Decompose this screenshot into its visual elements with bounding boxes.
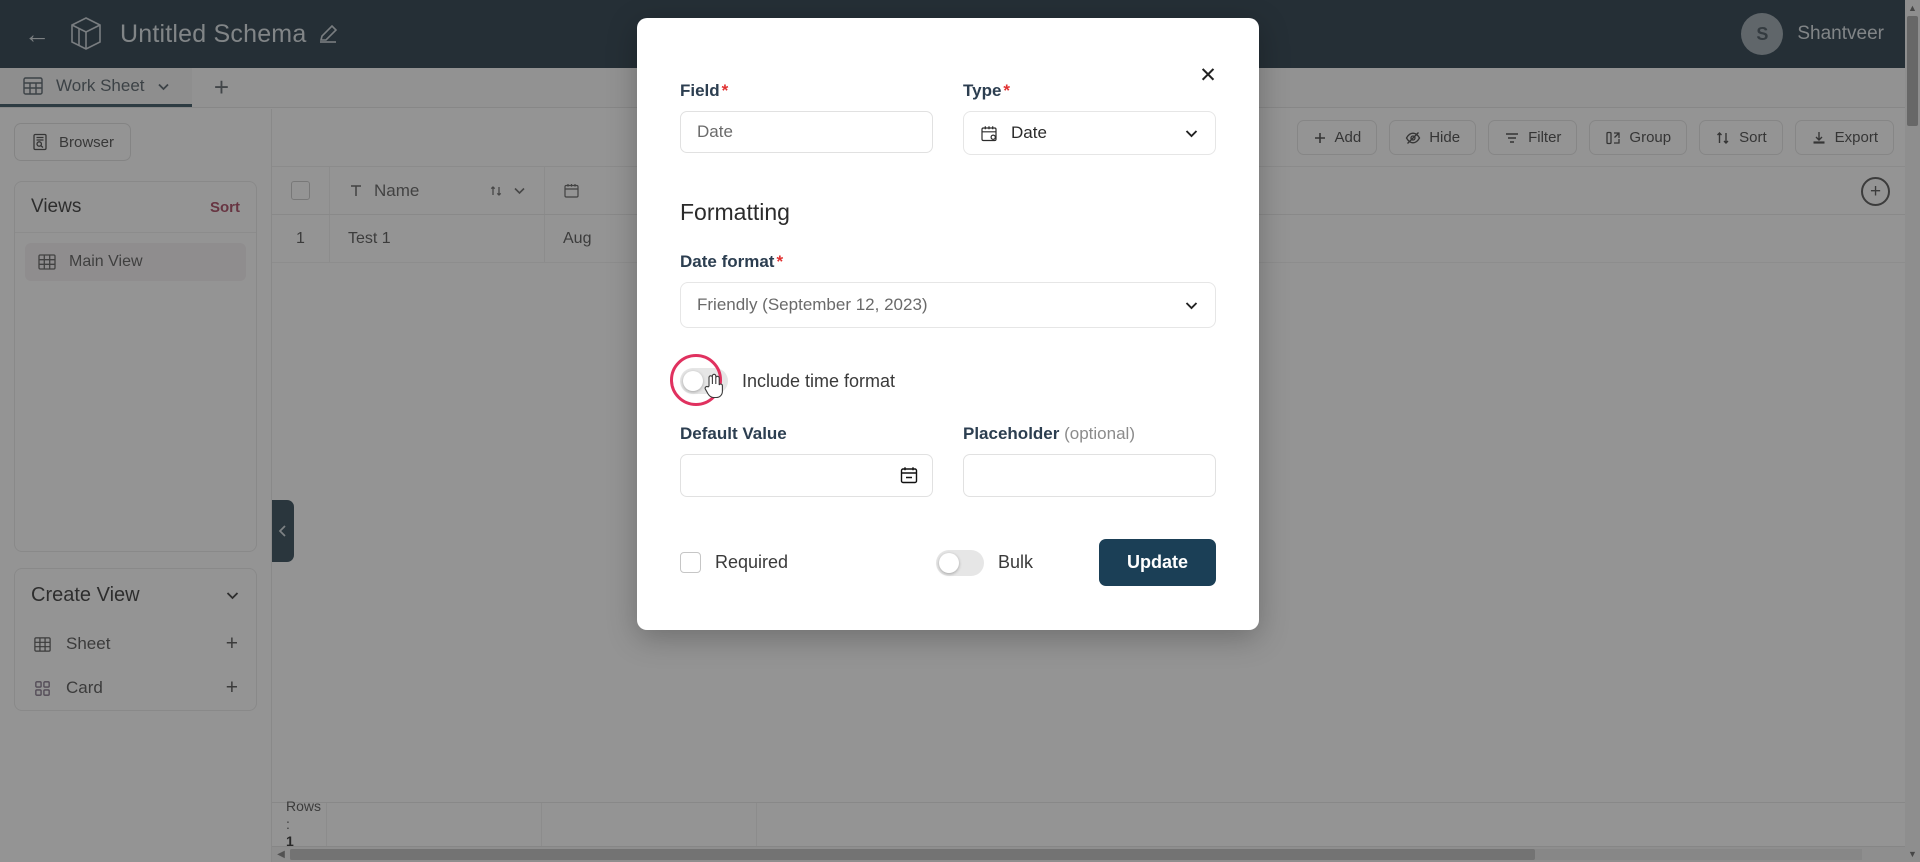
default-value-input[interactable] [680, 454, 933, 497]
placeholder-label: Placeholder (optional) [963, 424, 1216, 444]
bulk-group[interactable]: Bulk [902, 549, 1099, 576]
placeholder-label-text: Placeholder [963, 424, 1060, 443]
default-value-label: Default Value [680, 424, 787, 443]
app-root: ← Untitled Schema S Shantveer [0, 0, 1920, 862]
date-format-select[interactable]: Friendly (September 12, 2023) [680, 282, 1216, 328]
required-asterisk: * [776, 252, 784, 271]
default-value-group: Default Value [680, 424, 933, 497]
required-asterisk: * [721, 81, 729, 100]
bulk-label: Bulk [998, 552, 1034, 572]
chevron-down-icon[interactable] [1184, 126, 1199, 141]
default-placeholder-row: Default Value Placeholder (optional) [680, 424, 1216, 497]
required-group[interactable]: Required [680, 552, 902, 573]
close-icon[interactable]: ✕ [1195, 62, 1221, 88]
toggle-knob [683, 371, 703, 391]
bulk-toggle[interactable] [936, 549, 984, 576]
update-button[interactable]: Update [1098, 539, 1216, 586]
include-time-row: Include time format [670, 354, 1216, 406]
toggle-knob [939, 552, 959, 573]
type-select[interactable]: Date [963, 111, 1216, 155]
placeholder-input[interactable] [963, 454, 1216, 497]
field-group: Field * [680, 81, 933, 155]
formatting-section-title: Formatting [680, 199, 790, 225]
date-format-value: Friendly (September 12, 2023) [697, 295, 928, 314]
field-settings-modal: ✕ Field* Type* [637, 18, 1259, 630]
required-asterisk: * [1003, 81, 1011, 100]
required-label: Required [715, 552, 789, 572]
required-checkbox[interactable] [680, 552, 701, 573]
calendar-icon [980, 124, 999, 143]
field-type-row: Field* Type* Date [680, 81, 1216, 155]
include-time-toggle[interactable] [680, 368, 728, 394]
type-label-text: Type [963, 81, 1002, 100]
placeholder-group: Placeholder (optional) [963, 424, 1216, 497]
date-format-label: Date format * [680, 252, 1216, 272]
field-name-input[interactable] [680, 111, 933, 153]
date-format-label-text: Date format [680, 252, 775, 271]
calendar-icon[interactable] [899, 465, 919, 485]
placeholder-optional-text: (optional) [1064, 424, 1135, 443]
field-label-text: Field [680, 81, 720, 100]
type-value: Date [1011, 123, 1047, 142]
include-time-label: Include time format [742, 370, 896, 391]
chevron-down-icon[interactable] [1184, 298, 1199, 313]
type-group: Type * Date [963, 81, 1216, 155]
type-label: Type * [963, 81, 1216, 101]
field-label: Field * [680, 81, 933, 101]
default-value-wrap [680, 454, 933, 497]
modal-footer-row: Required Bulk Update [680, 539, 1216, 586]
